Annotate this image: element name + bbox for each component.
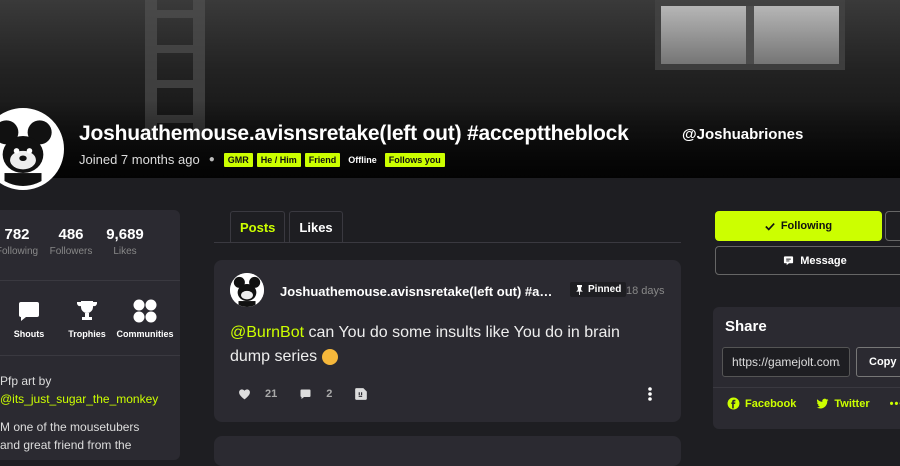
following-label: Following xyxy=(780,220,833,232)
twitter-share-link[interactable]: Twitter xyxy=(816,397,870,410)
tag-pronouns: He / Him xyxy=(256,152,301,167)
tag-gmr: GMR xyxy=(223,152,253,167)
post-mention-link[interactable]: @BurnBot xyxy=(230,324,304,341)
quick-links: Shouts Trophies Communities xyxy=(0,298,174,339)
mouse-avatar-icon xyxy=(230,273,264,307)
shouts-link[interactable]: Shouts xyxy=(0,298,58,339)
communities-icon xyxy=(116,298,174,324)
twitter-label: Twitter xyxy=(834,397,870,410)
tag-follows-you: Follows you xyxy=(384,152,445,167)
more-share-options[interactable]: ••• xyxy=(890,398,900,410)
bio-mention-link[interactable]: @its_just_sugar_the_monkey xyxy=(0,390,180,408)
sticker-button[interactable] xyxy=(354,387,382,401)
stat-label: Following xyxy=(0,246,39,257)
stat-value: 9,689 xyxy=(106,226,144,243)
divider xyxy=(0,355,180,356)
post-author-name[interactable]: Joshuathemouse.avisnsretake(left out) #a… xyxy=(280,284,555,299)
share-card: Share Copy Facebook Twitter ••• xyxy=(713,307,900,429)
chat-bubble-icon xyxy=(0,298,58,324)
stat-value: 782 xyxy=(4,226,30,243)
joined-date: Joined 7 months ago xyxy=(79,152,200,167)
profile-info-card: 782 Following 486 Followers 9,689 Likes … xyxy=(0,210,180,460)
tag-offline: Offline xyxy=(348,154,377,165)
message-label: Message xyxy=(800,254,847,267)
banner-window-art xyxy=(655,0,845,70)
check-icon xyxy=(765,222,775,231)
stat-label: Followers xyxy=(49,246,93,257)
pinned-badge: Pinned xyxy=(570,282,627,297)
comment-button[interactable]: 2 xyxy=(299,388,332,400)
sticker-icon xyxy=(355,388,368,400)
bio-line: Pfp art by xyxy=(0,374,52,388)
facebook-icon xyxy=(727,397,740,410)
stat-followers[interactable]: 486 Followers xyxy=(44,226,98,257)
stat-label: Likes xyxy=(113,246,137,257)
bio-line: M one of the mousetubers xyxy=(0,420,140,434)
trophies-link[interactable]: Trophies xyxy=(58,298,116,339)
kebab-icon xyxy=(648,387,652,401)
message-button[interactable]: Message xyxy=(715,246,900,275)
smirk-emoji-icon xyxy=(321,348,338,365)
twitter-icon xyxy=(816,398,829,408)
heart-icon xyxy=(239,389,250,400)
stat-following[interactable]: 782 Following xyxy=(0,226,44,257)
separator-dot: ● xyxy=(208,154,215,165)
tag-friend: Friend xyxy=(304,152,341,167)
following-button[interactable]: Following xyxy=(715,211,882,241)
mouse-avatar-icon xyxy=(0,112,60,186)
post-author-avatar[interactable] xyxy=(230,273,264,307)
stat-likes[interactable]: 9,689 Likes xyxy=(98,226,152,257)
share-title: Share xyxy=(725,318,767,335)
stat-value: 486 xyxy=(58,226,84,243)
communities-link[interactable]: Communities xyxy=(116,298,174,339)
bio-line: and great friend from the xyxy=(0,438,132,452)
tab-posts[interactable]: Posts xyxy=(230,211,286,242)
message-icon xyxy=(784,256,794,266)
like-button[interactable]: 21 xyxy=(238,388,277,400)
profile-handle: @Joshuabriones xyxy=(682,126,804,143)
pinned-label: Pinned xyxy=(588,284,622,295)
post-card[interactable] xyxy=(214,436,681,466)
profile-bio: Pfp art by @its_just_sugar_the_monkey M … xyxy=(0,372,180,454)
stats-row: 782 Following 486 Followers 9,689 Likes xyxy=(0,226,152,257)
post-body: @BurnBot can You do some insults like Yo… xyxy=(230,321,660,369)
share-url-input[interactable] xyxy=(722,347,850,377)
tab-likes[interactable]: Likes xyxy=(289,211,343,242)
social-links: Facebook Twitter ••• xyxy=(727,397,900,410)
feed-tabs: Posts Likes xyxy=(214,211,681,243)
comment-icon xyxy=(300,389,311,399)
more-options-button[interactable] xyxy=(885,211,900,241)
communities-label: Communities xyxy=(116,329,174,339)
divider xyxy=(0,280,180,281)
facebook-label: Facebook xyxy=(745,397,797,410)
profile-display-name: Joshuathemouse.avisnsretake(left out) #a… xyxy=(79,122,629,145)
post-card[interactable]: Joshuathemouse.avisnsretake(left out) #a… xyxy=(214,260,681,422)
copy-button[interactable]: Copy xyxy=(856,347,900,377)
profile-meta: Joined 7 months ago ● GMR He / Him Frien… xyxy=(79,152,449,167)
post-time-ago: 18 days xyxy=(626,285,665,297)
comment-count: 2 xyxy=(326,388,333,400)
trophies-label: Trophies xyxy=(68,329,106,339)
pin-icon xyxy=(576,284,583,295)
facebook-share-link[interactable]: Facebook xyxy=(727,397,796,410)
like-count: 21 xyxy=(265,388,278,400)
post-actions: 21 2 xyxy=(238,387,404,401)
trophy-icon xyxy=(58,298,116,324)
shouts-label: Shouts xyxy=(13,329,45,339)
post-options-button[interactable] xyxy=(646,386,654,407)
divider xyxy=(713,387,900,388)
